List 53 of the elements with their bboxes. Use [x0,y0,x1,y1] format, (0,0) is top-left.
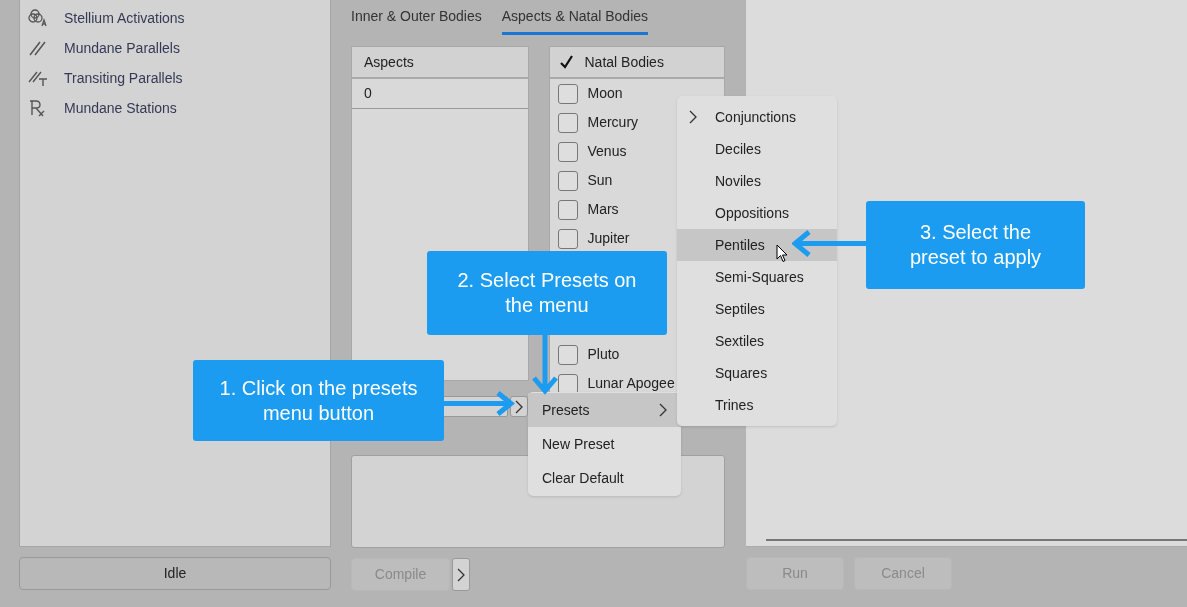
checkbox[interactable] [557,112,578,133]
callout-tooltip: 1. Click on the presets menu button [193,360,444,441]
parallel-lines-icon [28,69,48,87]
status-button[interactable]: Idle [19,557,331,590]
tab[interactable]: Aspects & Natal Bodies [501,6,649,35]
menu-item[interactable]: Semi-Squares [677,261,837,293]
chevron-right-icon [689,110,697,124]
list-row[interactable]: 0 [352,79,528,109]
cursor-icon [776,244,788,263]
checkbox[interactable] [557,170,578,191]
column-header: Natal Bodies [584,52,664,72]
callout-tooltip: 2. Select Presets on the menu [427,251,667,335]
checkbox[interactable] [557,373,578,394]
body-label: Venus [587,142,627,161]
menu-item[interactable]: Presets [528,393,681,427]
checkbox[interactable] [557,199,578,220]
body-label: Moon [587,84,623,103]
sidebar-item[interactable]: Mundane Parallels [28,33,330,63]
checkbox[interactable] [557,83,578,104]
body-label: Mars [587,200,619,219]
menu-item[interactable]: Pentiles [677,229,837,261]
menu-item[interactable]: Oppositions [677,197,837,229]
menu-item[interactable]: Conjunctions [677,101,837,133]
parallel-lines-icon [28,39,48,57]
menu-item[interactable]: Squares [677,357,837,389]
column-header: Aspects [352,47,528,79]
body-label: Jupiter [587,229,630,248]
checkbox[interactable] [557,141,578,162]
body-label: Mercury [587,113,639,132]
menu-item[interactable]: Septiles [677,293,837,325]
body-label: Sun [587,171,613,190]
chevron-right-icon [457,567,465,582]
callout-tooltip: 3. Select the preset to apply [866,201,1085,289]
tab[interactable]: Inner & Outer Bodies [351,6,482,35]
menu-item[interactable]: New Preset [528,427,681,461]
body-label: Lunar Apogee [587,374,675,393]
menu-item[interactable]: Deciles [677,133,837,165]
arrow-tooltip [444,391,515,416]
checkbox[interactable] [557,228,578,249]
sidebar-item[interactable]: Transiting Parallels [28,63,330,93]
body-label: Pluto [587,345,620,364]
chevron-right-icon [515,399,523,414]
menu-item[interactable]: Noviles [677,165,837,197]
menu-item[interactable]: Clear Default [528,461,681,495]
sidebar-item[interactable]: Mundane Stations [28,93,330,123]
chevron-right-icon [659,403,667,417]
menu-item[interactable]: Sextiles [677,325,837,357]
preset-menu-button[interactable] [510,396,528,417]
circles-icon [28,9,48,27]
compile-options-button[interactable] [452,558,470,591]
checkbox[interactable] [557,344,578,365]
sidebar-item[interactable]: Stellium Activations [28,3,330,33]
arrow-tooltip [531,335,559,395]
